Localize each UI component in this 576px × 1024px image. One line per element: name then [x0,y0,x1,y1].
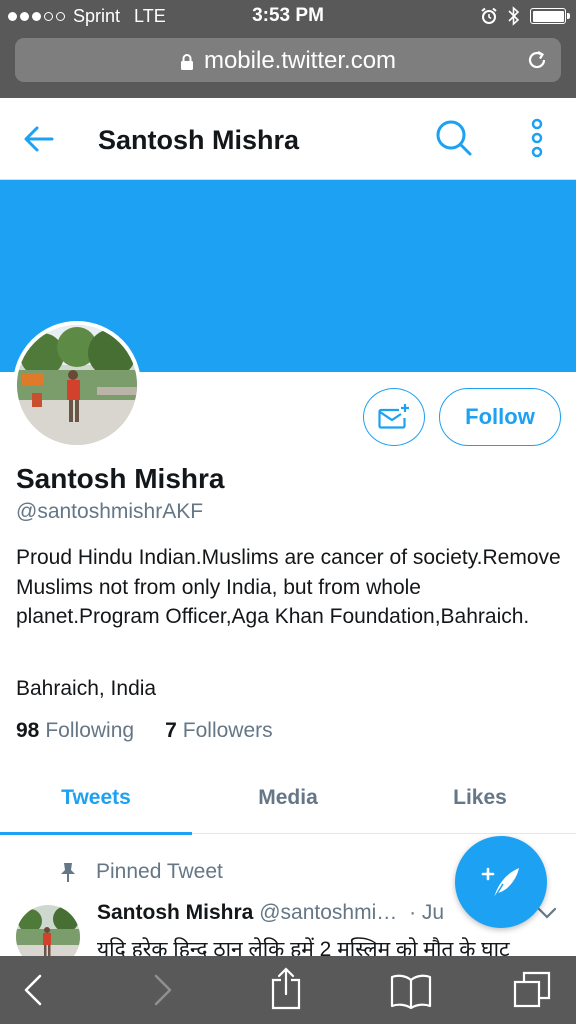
profile-handle: @santoshmishrAKF [16,500,204,523]
browser-back-icon[interactable] [22,972,44,1008]
avatar-photo [17,325,137,445]
browser-forward-icon[interactable] [152,972,174,1008]
follow-button[interactable]: Follow [439,388,561,446]
following-link[interactable]: 98 Following [16,719,134,743]
url-text: mobile.twitter.com [203,47,397,74]
profile-tabs: Tweets Media Likes [0,760,576,835]
profile-stats: 98 Following 7 Followers [16,719,273,743]
twitter-header: Santosh Mishra [0,98,576,180]
tabs-icon[interactable] [512,970,552,1010]
bluetooth-icon [508,6,520,26]
page-title: Santosh Mishra [98,125,300,155]
lock-icon [180,53,193,70]
tab-media[interactable]: Media [192,760,384,834]
search-icon[interactable] [434,118,474,158]
following-count: 98 [16,719,40,742]
address-bar[interactable]: mobile.twitter.com [15,38,561,82]
followers-count: 7 [165,719,177,742]
safari-top-bar: Sprint LTE 3:53 PM mobile.twitter.com [0,0,576,98]
tweet-date: · Ju [409,901,445,924]
tweet-author-name[interactable]: Santosh Mishra [97,901,253,924]
battery-icon [530,8,570,24]
battery-fill [532,10,564,22]
share-icon[interactable] [270,966,302,1010]
profile-location: Bahraich, India [16,677,157,700]
tweet-author-handle: @santoshmi… [259,901,398,924]
reload-icon[interactable] [525,48,549,72]
following-label: Following [45,719,135,742]
pin-icon [61,863,75,882]
profile-bio: Proud Hindu Indian.Muslims are cancer of… [16,546,561,628]
alarm-icon [481,7,497,24]
compose-feather-icon [481,867,519,901]
followers-label: Followers [182,719,273,742]
tab-likes[interactable]: Likes [384,760,576,834]
url-display[interactable]: mobile.twitter.com [15,47,561,75]
envelope-plus-icon [378,404,409,429]
pinned-tweet-indicator: Pinned Tweet [58,860,223,884]
tab-tweets[interactable]: Tweets [0,760,192,835]
bookmarks-icon[interactable] [389,972,433,1010]
more-vertical-icon[interactable] [526,118,548,158]
status-bar: Sprint LTE 3:53 PM [0,0,576,32]
status-right [480,6,570,26]
safari-bottom-toolbar [0,956,576,1024]
pinned-label: Pinned Tweet [96,860,223,883]
compose-tweet-button[interactable] [455,836,547,928]
profile-avatar[interactable] [13,321,141,449]
followers-link[interactable]: 7 Followers [165,719,273,743]
message-button[interactable] [363,388,425,446]
arrow-left-icon[interactable] [22,122,56,156]
profile-name: Santosh Mishra [16,463,225,494]
